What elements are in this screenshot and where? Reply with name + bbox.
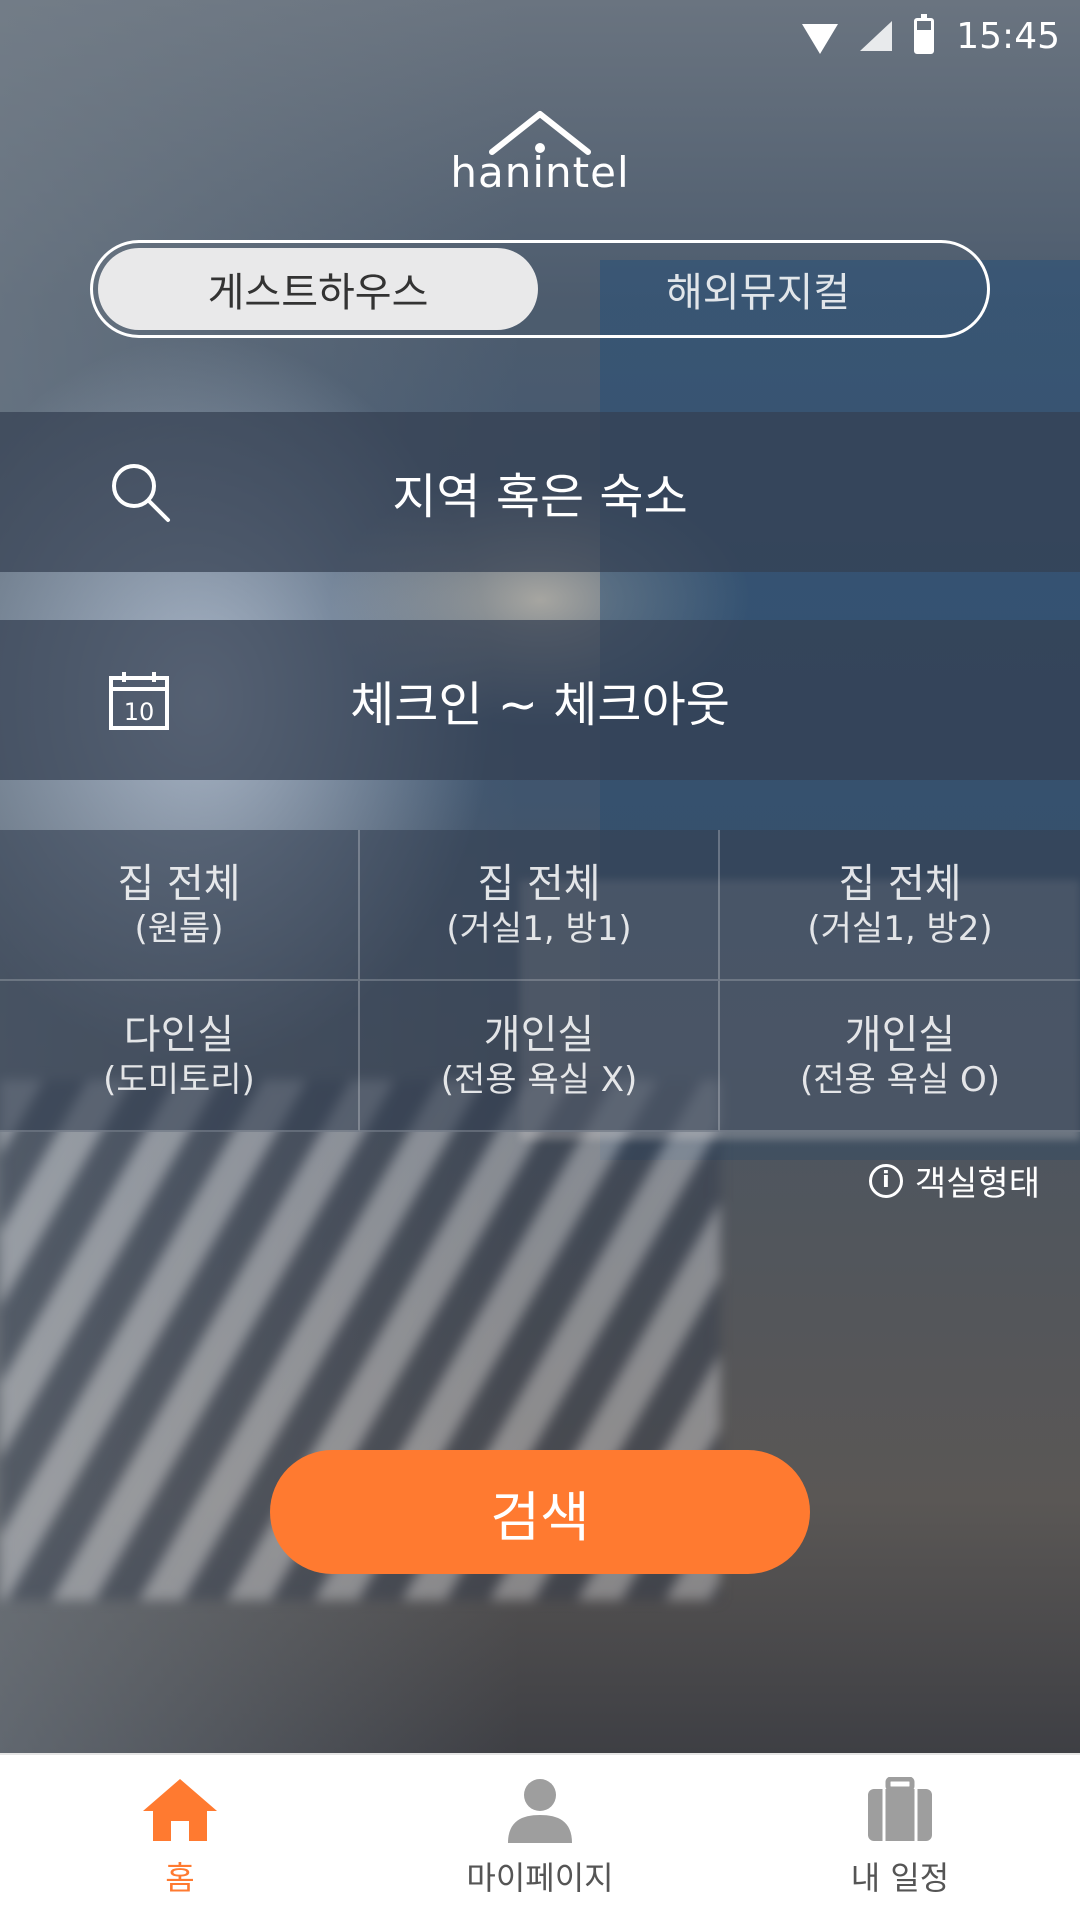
status-time: 15:45: [956, 15, 1060, 57]
room-type-sub: (도미토리): [103, 1059, 255, 1100]
status-bar: 15:45: [0, 0, 1080, 72]
room-type-private-bath[interactable]: 개인실 (전용 욕실 O): [720, 981, 1080, 1132]
search-button[interactable]: 검색: [270, 1450, 810, 1574]
wifi-icon: [802, 24, 839, 54]
room-type-title: 집 전체: [477, 860, 601, 907]
room-type-sub: (전용 욕실 O): [799, 1059, 1001, 1100]
signal-icon: [860, 21, 893, 51]
nav-home-label: 홈: [165, 1858, 195, 1897]
toggle-guesthouse[interactable]: 게스트하우스: [98, 248, 538, 330]
category-toggle: 게스트하우스 해외뮤지컬: [90, 240, 990, 338]
room-type-grid: 집 전체 (원룸) 집 전체 (거실1, 방1) 집 전체 (거실1, 방2) …: [0, 830, 1080, 1132]
logo-wordmark: hanintel: [450, 148, 630, 197]
room-type-whole-studio[interactable]: 집 전체 (원룸): [0, 830, 360, 981]
room-type-title: 개인실: [844, 1011, 956, 1058]
room-type-title: 다인실: [123, 1011, 235, 1058]
date-field[interactable]: 10 체크인 ~ 체크아웃: [0, 620, 1080, 780]
room-type-title: 집 전체: [838, 860, 962, 907]
room-type-title: 집 전체: [117, 860, 241, 907]
room-type-info-label: 객실형태: [914, 1164, 1040, 1204]
room-type-sub: (원룸): [134, 908, 224, 949]
room-type-title: 개인실: [483, 1011, 595, 1058]
app-logo: hanintel: [440, 104, 640, 204]
search-field[interactable]: 지역 혹은 숙소: [0, 412, 1080, 572]
nav-mypage[interactable]: 마이페이지: [360, 1755, 720, 1920]
room-type-private-no-bath[interactable]: 개인실 (전용 욕실 X): [360, 981, 720, 1132]
battery-icon: [914, 14, 935, 54]
info-icon: i: [868, 1163, 903, 1198]
toggle-overseas-musical[interactable]: 해외뮤지컬: [538, 248, 978, 330]
room-type-whole-1room[interactable]: 집 전체 (거실1, 방1): [360, 830, 720, 981]
bottom-nav: 홈 마이페이지 내 일정: [0, 1753, 1080, 1920]
room-type-dormitory[interactable]: 다인실 (도미토리): [0, 981, 360, 1132]
room-type-sub: (전용 욕실 X): [440, 1059, 638, 1100]
person-icon: [508, 1778, 572, 1843]
room-type-whole-2room[interactable]: 집 전체 (거실1, 방2): [720, 830, 1080, 981]
suitcase-icon: [868, 1776, 932, 1841]
home-icon: [143, 1778, 217, 1841]
search-icon: [112, 464, 170, 522]
room-type-sub: (거실1, 방1): [446, 908, 632, 949]
nav-home[interactable]: 홈: [0, 1755, 360, 1920]
calendar-icon: 10: [109, 672, 169, 730]
nav-my-schedule-label: 내 일정: [850, 1858, 950, 1897]
room-type-sub: (거실1, 방2): [807, 908, 993, 949]
nav-mypage-label: 마이페이지: [466, 1858, 614, 1897]
room-type-info-link[interactable]: i 객실형태: [868, 1156, 1040, 1205]
svg-text:10: 10: [124, 698, 155, 726]
nav-my-schedule[interactable]: 내 일정: [720, 1755, 1080, 1920]
